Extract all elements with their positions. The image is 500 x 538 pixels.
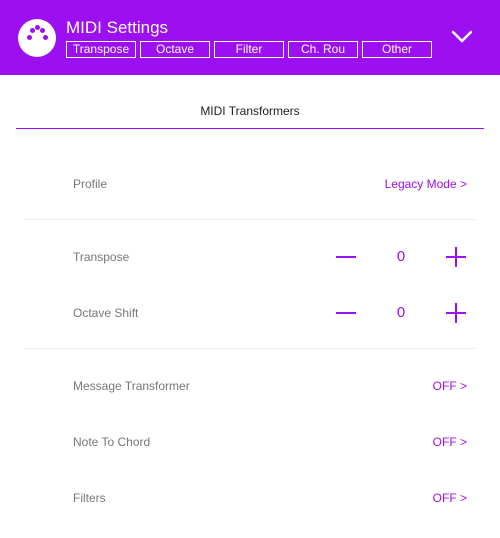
profile-label: Profile: [73, 177, 108, 191]
settings-panel: MIDI Transformers Profile Legacy Mode > …: [0, 75, 500, 538]
octave-decrement-button[interactable]: [335, 302, 357, 324]
tab-filter[interactable]: Filter: [214, 41, 284, 58]
transpose-label: Transpose: [73, 250, 130, 264]
message-transformer-label: Message Transformer: [73, 379, 190, 393]
tab-octave[interactable]: Octave: [140, 41, 210, 58]
section-underline: [16, 128, 484, 129]
transpose-decrement-button[interactable]: [335, 246, 357, 268]
tab-transpose[interactable]: Transpose: [66, 41, 136, 58]
midi-connector-icon: [18, 19, 56, 57]
transpose-value: 0: [396, 248, 406, 265]
header-bar: MIDI Settings Transpose Octave Filter Ch…: [0, 0, 500, 75]
transpose-increment-button[interactable]: [445, 246, 467, 268]
octave-shift-label: Octave Shift: [73, 306, 139, 320]
chevron-down-icon[interactable]: [450, 28, 474, 46]
page-title: MIDI Settings: [66, 18, 169, 37]
filters-toggle[interactable]: OFF >: [433, 491, 467, 505]
note-to-chord-label: Note To Chord: [73, 435, 151, 449]
tab-channel-routing[interactable]: Ch. Rou: [288, 41, 358, 58]
note-to-chord-toggle[interactable]: OFF >: [433, 435, 467, 449]
profile-select[interactable]: Legacy Mode >: [385, 177, 467, 191]
divider: [24, 219, 476, 220]
message-transformer-toggle[interactable]: OFF >: [433, 379, 467, 393]
section-title: MIDI Transformers: [200, 104, 300, 118]
tab-bar: Transpose Octave Filter Ch. Rou Other: [66, 41, 436, 58]
tab-other[interactable]: Other: [362, 41, 432, 58]
filters-label: Filters: [73, 491, 106, 505]
divider: [24, 348, 476, 349]
octave-increment-button[interactable]: [445, 302, 467, 324]
octave-shift-value: 0: [396, 304, 406, 321]
